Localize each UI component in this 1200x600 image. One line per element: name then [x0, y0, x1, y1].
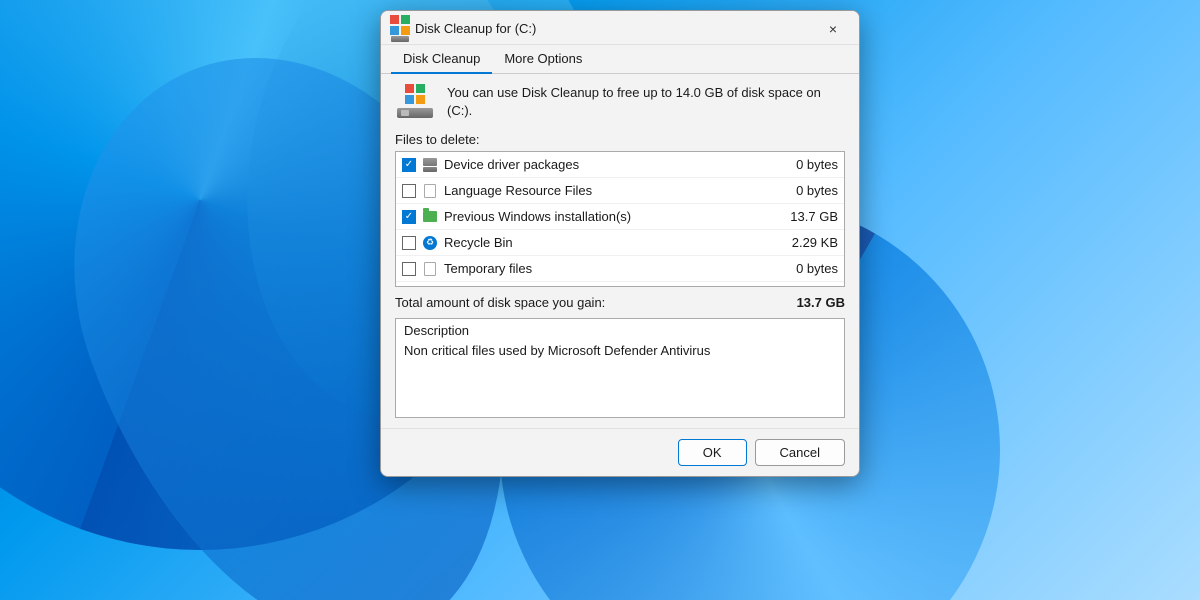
file-name-device-driver: Device driver packages: [444, 157, 767, 172]
file-item-temporary-files[interactable]: Temporary files 0 bytes: [396, 256, 844, 282]
tab-bar: Disk Cleanup More Options: [381, 45, 859, 74]
disk-cleanup-dialog: Disk Cleanup for (C:) × Disk Cleanup Mor…: [380, 10, 860, 477]
title-bar: Disk Cleanup for (C:) ×: [381, 11, 859, 45]
tab-more-options[interactable]: More Options: [492, 45, 594, 74]
file-size-language-resource: 0 bytes: [773, 183, 838, 198]
file-item-thumbnails[interactable]: Thumbnails 7.01 MB: [396, 282, 844, 287]
file-list: Device driver packages 0 bytes Language …: [395, 151, 845, 287]
files-to-delete-label: Files to delete:: [395, 132, 845, 147]
icon-drive: [423, 158, 437, 172]
recycle-bin-icon: ♻: [423, 236, 437, 250]
header-description: You can use Disk Cleanup to free up to 1…: [447, 84, 845, 120]
tab-disk-cleanup[interactable]: Disk Cleanup: [391, 45, 492, 74]
page-icon-temp: [424, 262, 436, 276]
file-name-previous-windows: Previous Windows installation(s): [444, 209, 767, 224]
folder-green-icon: [423, 211, 437, 222]
page-icon: [424, 184, 436, 198]
dialog-content: You can use Disk Cleanup to free up to 1…: [381, 74, 859, 428]
file-size-recycle-bin: 2.29 KB: [773, 235, 838, 250]
total-value: 13.7 GB: [797, 295, 845, 310]
checkbox-temporary-files[interactable]: [402, 262, 416, 276]
description-title: Description: [404, 323, 836, 338]
icon-previous-windows: [422, 209, 438, 225]
file-item-recycle-bin[interactable]: ♻ Recycle Bin 2.29 KB: [396, 230, 844, 256]
hdd-graphic: [397, 108, 433, 118]
header-windows-logo: [405, 84, 425, 104]
file-name-temporary-files: Temporary files: [444, 261, 767, 276]
dialog-title: Disk Cleanup for (C:): [415, 21, 536, 36]
file-name-recycle-bin: Recycle Bin: [444, 235, 767, 250]
disk-cleanup-title-icon: [391, 20, 409, 38]
title-bar-left: Disk Cleanup for (C:): [391, 20, 536, 38]
description-box: Description Non critical files used by M…: [395, 318, 845, 418]
file-size-device-driver: 0 bytes: [773, 157, 838, 172]
checkbox-recycle-bin[interactable]: [402, 236, 416, 250]
button-row: OK Cancel: [381, 428, 859, 476]
file-size-previous-windows: 13.7 GB: [773, 209, 838, 224]
icon-thumbnails: [422, 287, 438, 288]
file-item-language-resource[interactable]: Language Resource Files 0 bytes: [396, 178, 844, 204]
file-size-temporary-files: 0 bytes: [773, 261, 838, 276]
header-section: You can use Disk Cleanup to free up to 1…: [395, 84, 845, 120]
icon-temporary-files: [422, 261, 438, 277]
description-text: Non critical files used by Microsoft Def…: [404, 342, 836, 360]
total-space-row: Total amount of disk space you gain: 13.…: [395, 295, 845, 310]
total-label: Total amount of disk space you gain:: [395, 295, 605, 310]
disk-icon-area: [395, 84, 435, 118]
checkbox-device-driver[interactable]: [402, 158, 416, 172]
file-item-device-driver[interactable]: Device driver packages 0 bytes: [396, 152, 844, 178]
checkbox-previous-windows[interactable]: [402, 210, 416, 224]
drive-icon: [391, 36, 409, 42]
checkbox-language-resource[interactable]: [402, 184, 416, 198]
icon-language-resource: [422, 183, 438, 199]
cancel-button[interactable]: Cancel: [755, 439, 845, 466]
windows-logo-icon: [390, 15, 410, 35]
icon-recycle-bin: ♻: [422, 235, 438, 251]
drive-icon-device-driver: [422, 157, 438, 173]
close-button[interactable]: ×: [819, 18, 847, 40]
ok-button[interactable]: OK: [678, 439, 747, 466]
file-name-language-resource: Language Resource Files: [444, 183, 767, 198]
file-item-previous-windows[interactable]: Previous Windows installation(s) 13.7 GB: [396, 204, 844, 230]
